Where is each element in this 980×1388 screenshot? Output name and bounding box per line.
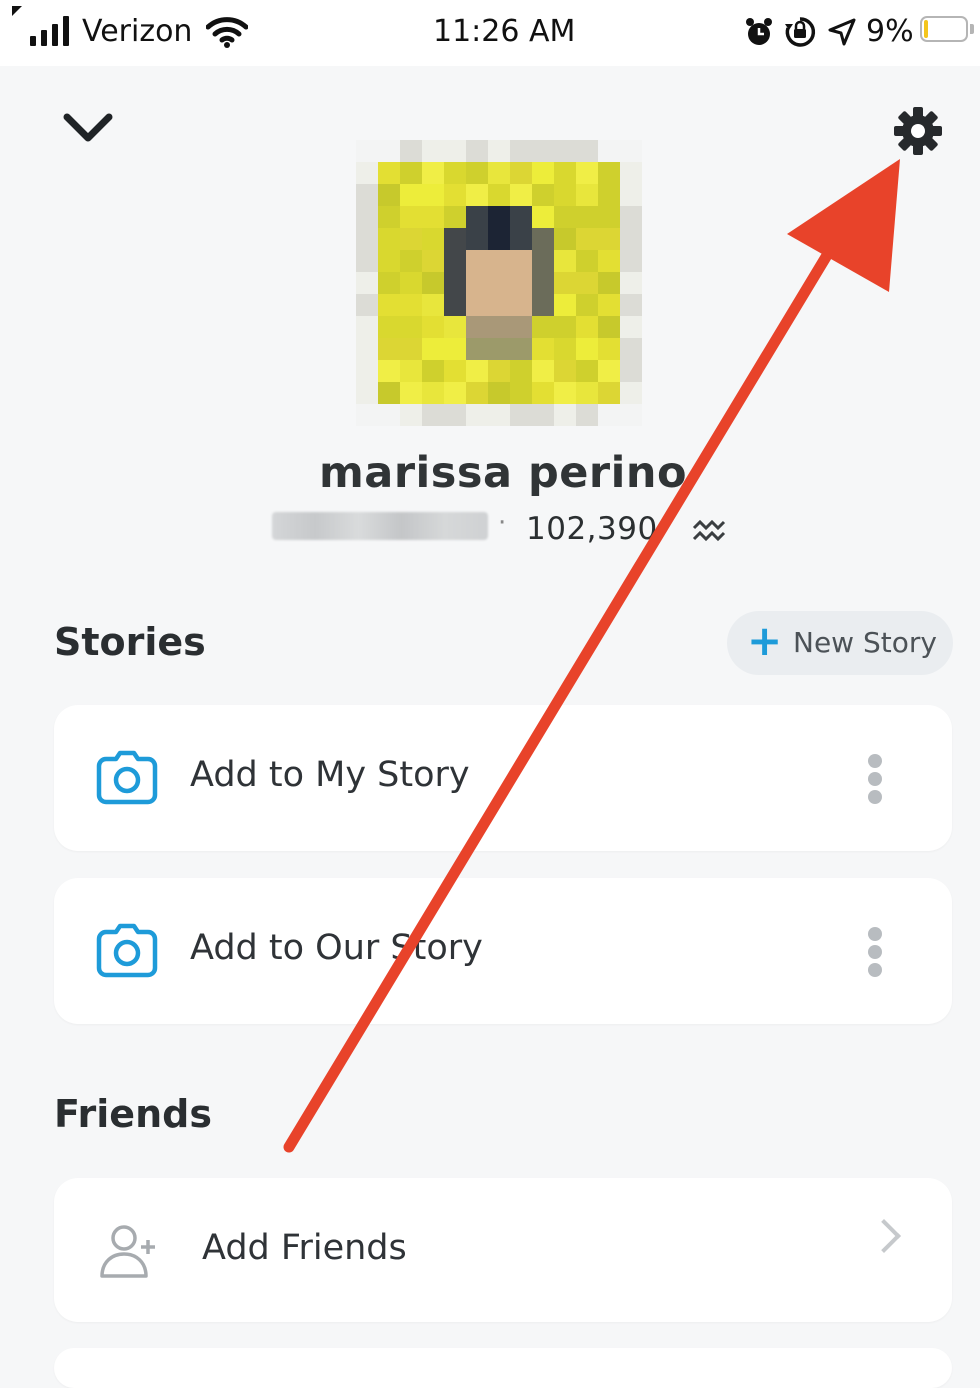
chevron-down-icon[interactable] [62,110,114,150]
kebab-icon[interactable] [868,927,882,977]
signal-icon [12,6,74,46]
plus-icon: + [747,616,783,665]
story-label: Add to Our Story [190,928,483,968]
add-friends-row[interactable]: Add Friends [54,1178,952,1322]
story-label: Add to My Story [190,755,470,795]
battery-icon [920,16,976,46]
snap-score[interactable]: 102,390 [526,511,658,547]
next-row-partial[interactable] [54,1348,952,1388]
wifi-icon [205,16,249,52]
story-row-our-story[interactable]: Add to Our Story [54,878,952,1024]
story-row-my-story[interactable]: Add to My Story [54,705,952,851]
battery-level [924,20,928,38]
clock: 11:26 AM [433,14,576,49]
camera-icon [96,922,158,984]
kebab-icon[interactable] [868,754,882,804]
battery-percent: 9% [866,14,914,49]
chevron-right-icon [867,1219,901,1253]
display-name: marissa perino [319,448,687,498]
stories-heading: Stories [54,620,206,664]
gear-icon[interactable] [893,106,943,160]
new-story-label: New Story [793,626,937,659]
camera-icon [96,749,158,811]
add-friend-icon [98,1222,160,1284]
username-redacted [272,512,488,540]
alarm-icon [744,16,774,52]
location-icon [828,18,856,50]
carrier-label: Verizon [82,14,193,49]
separator-dot: · [498,508,507,538]
new-story-button[interactable]: + New Story [727,611,953,675]
friends-heading: Friends [54,1092,212,1136]
aquarius-icon [692,518,728,548]
rotation-lock-icon [784,16,816,52]
add-friends-label: Add Friends [202,1228,407,1268]
status-bar: Verizon 11:26 AM 9% [0,0,980,66]
avatar[interactable] [356,140,652,430]
